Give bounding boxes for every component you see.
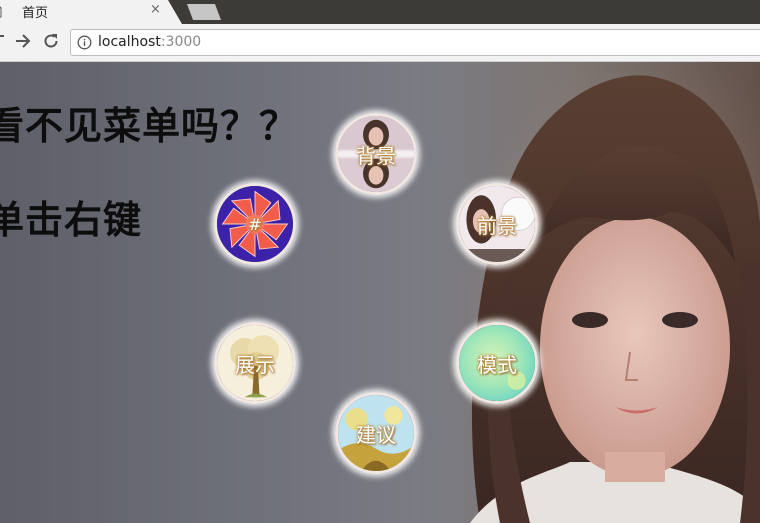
tab-home[interactable]: 首页 × bbox=[0, 0, 182, 24]
forward-arrow-icon[interactable] bbox=[14, 32, 32, 50]
page-viewport: 看不见菜单吗？？ 单击右键 背景 # 前景 展示 模式 建议 bbox=[0, 62, 760, 523]
page-icon bbox=[0, 4, 2, 18]
suggest-menu-button[interactable]: 建议 bbox=[335, 392, 417, 474]
background-menu-button[interactable]: 背景 bbox=[335, 113, 417, 195]
mode-label: 模式 bbox=[477, 352, 517, 377]
info-icon[interactable] bbox=[77, 35, 92, 50]
url-host: localhost bbox=[98, 34, 161, 50]
close-icon[interactable]: × bbox=[150, 2, 161, 17]
url-text: localhost:3000 bbox=[98, 34, 201, 50]
foreground-label: 前景 bbox=[477, 213, 517, 238]
showcase-label: 展示 bbox=[235, 352, 275, 377]
hash-label: # bbox=[248, 214, 262, 234]
browser-toolbar: localhost:3000 bbox=[0, 24, 760, 62]
mode-menu-button[interactable]: 模式 bbox=[456, 322, 538, 404]
back-arrow-icon[interactable] bbox=[0, 35, 4, 37]
tab-title: 首页 bbox=[22, 6, 49, 21]
background-label: 背景 bbox=[356, 143, 396, 168]
page-subheadline: 单击右键 bbox=[0, 198, 143, 242]
foreground-menu-button[interactable]: 前景 bbox=[456, 183, 538, 265]
background-portrait-image bbox=[470, 75, 760, 523]
hash-menu-button[interactable]: # bbox=[214, 183, 296, 265]
new-tab-button[interactable] bbox=[187, 4, 221, 20]
page-headline: 看不见菜单吗？？ bbox=[0, 104, 299, 148]
tab-strip: 首页 × bbox=[0, 0, 760, 24]
url-port: :3000 bbox=[160, 34, 202, 50]
reload-icon[interactable] bbox=[42, 32, 60, 50]
suggest-label: 建议 bbox=[356, 422, 396, 447]
showcase-menu-button[interactable]: 展示 bbox=[214, 322, 296, 404]
address-bar[interactable]: localhost:3000 bbox=[70, 29, 760, 56]
